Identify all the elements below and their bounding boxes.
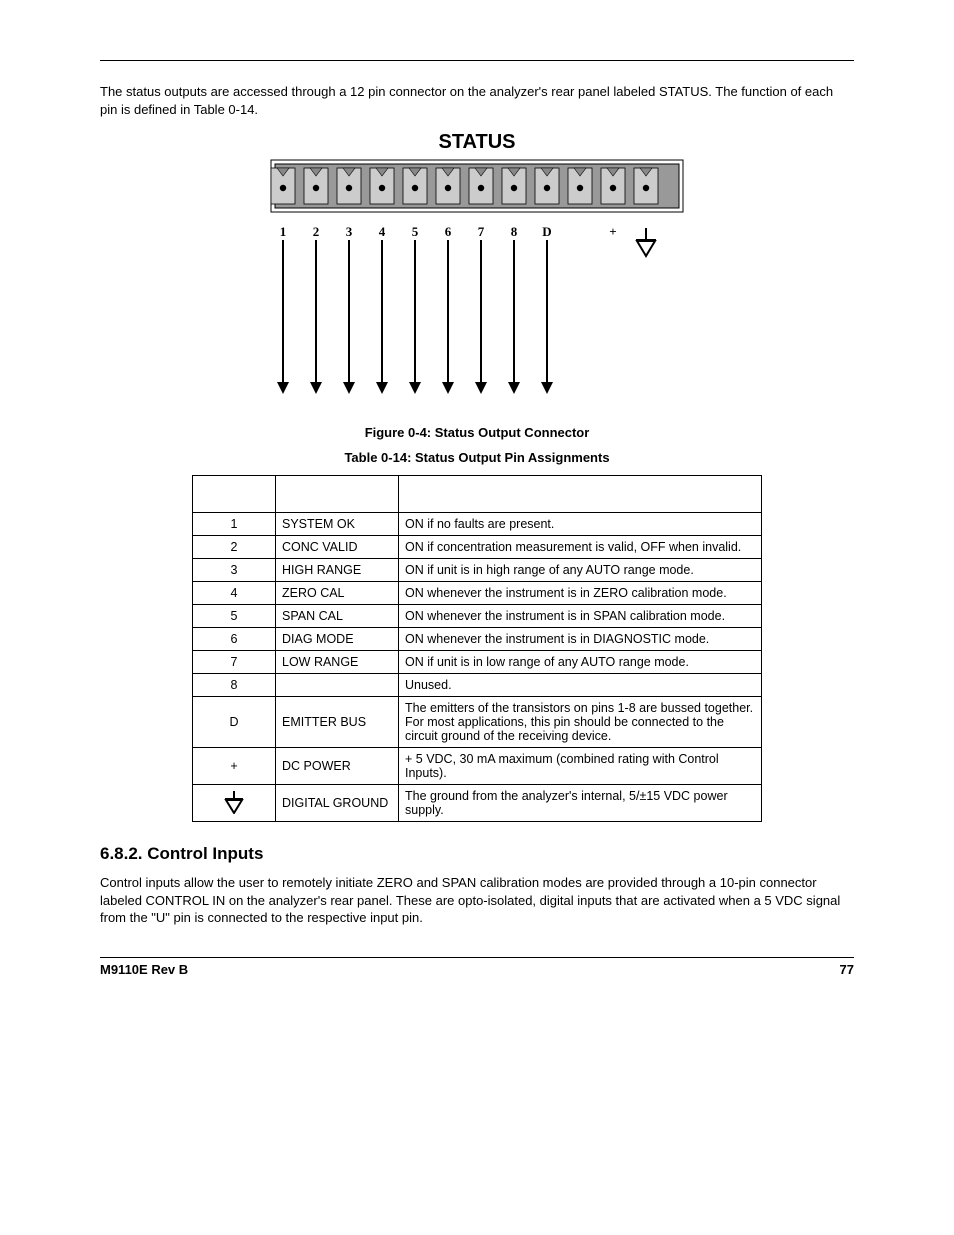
table-row: 8 Unused. (193, 674, 762, 697)
pin-cell: 4 (193, 582, 276, 605)
intro-paragraph: The status outputs are accessed through … (100, 83, 854, 118)
figure-caption: Figure 0-4: Status Output Connector (100, 425, 854, 440)
condition-cell: Unused. (399, 674, 762, 697)
pin-cell: + (193, 748, 276, 785)
page-footer: M9110E Rev B 77 (100, 957, 854, 977)
condition-cell: The ground from the analyzer's internal,… (399, 785, 762, 822)
condition-cell: ON whenever the instrument is in DIAGNOS… (399, 628, 762, 651)
footer-page-number: 77 (840, 962, 854, 977)
name-cell: DIAG MODE (276, 628, 399, 651)
table-row: DEMITTER BUSThe emitters of the transist… (193, 697, 762, 748)
name-cell: HIGH RANGE (276, 559, 399, 582)
pin-cell: 5 (193, 605, 276, 628)
name-cell: SYSTEM OK (276, 513, 399, 536)
condition-cell: The emitters of the transistors on pins … (399, 697, 762, 748)
section-heading: 6.8.2. Control Inputs (100, 844, 854, 864)
pin-cell: 8 (193, 674, 276, 697)
pin-cell: 6 (193, 628, 276, 651)
svg-text:1: 1 (280, 224, 287, 239)
table-row: +DC POWER+ 5 VDC, 30 mA maximum (combine… (193, 748, 762, 785)
name-cell: ZERO CAL (276, 582, 399, 605)
table-row: DIGITAL GROUNDThe ground from the analyz… (193, 785, 762, 822)
table-row: 6DIAG MODEON whenever the instrument is … (193, 628, 762, 651)
table-header-condition (399, 476, 762, 513)
svg-text:3: 3 (346, 224, 353, 239)
condition-cell: ON if no faults are present. (399, 513, 762, 536)
svg-text:4: 4 (379, 224, 386, 239)
condition-cell: ON whenever the instrument is in SPAN ca… (399, 605, 762, 628)
diagram-title: STATUS (438, 132, 515, 153)
table-caption: Table 0-14: Status Output Pin Assignment… (100, 450, 854, 465)
name-cell: DC POWER (276, 748, 399, 785)
svg-text:6: 6 (445, 224, 452, 239)
section-body: Control inputs allow the user to remotel… (100, 874, 854, 927)
status-connector-diagram: STATUS 1 2 3 4 5 6 7 8 D + (100, 132, 854, 415)
ground-icon (193, 785, 276, 822)
pin-cell: 3 (193, 559, 276, 582)
pin-cell: 7 (193, 651, 276, 674)
pin-assignments-table: 1SYSTEM OKON if no faults are present.2C… (192, 475, 762, 822)
condition-cell: ON if unit is in high range of any AUTO … (399, 559, 762, 582)
table-header-pin (193, 476, 276, 513)
name-cell (276, 674, 399, 697)
footer-doc-id: M9110E Rev B (100, 962, 188, 977)
svg-text:8: 8 (511, 224, 518, 239)
table-header-name (276, 476, 399, 513)
table-row: 7LOW RANGEON if unit is in low range of … (193, 651, 762, 674)
condition-cell: ON whenever the instrument is in ZERO ca… (399, 582, 762, 605)
table-row: 4ZERO CALON whenever the instrument is i… (193, 582, 762, 605)
svg-text:2: 2 (313, 224, 320, 239)
svg-text:D: D (542, 224, 551, 239)
name-cell: SPAN CAL (276, 605, 399, 628)
table-row: 3HIGH RANGEON if unit is in high range o… (193, 559, 762, 582)
name-cell: LOW RANGE (276, 651, 399, 674)
name-cell: EMITTER BUS (276, 697, 399, 748)
pin-cell: 2 (193, 536, 276, 559)
condition-cell: ON if concentration measurement is valid… (399, 536, 762, 559)
svg-text:+: + (609, 224, 616, 239)
pin-cell: 1 (193, 513, 276, 536)
table-row: 5SPAN CALON whenever the instrument is i… (193, 605, 762, 628)
svg-text:5: 5 (412, 224, 419, 239)
pin-cell: D (193, 697, 276, 748)
svg-text:7: 7 (478, 224, 485, 239)
condition-cell: + 5 VDC, 30 mA maximum (combined rating … (399, 748, 762, 785)
condition-cell: ON if unit is in low range of any AUTO r… (399, 651, 762, 674)
table-row: 2CONC VALIDON if concentration measureme… (193, 536, 762, 559)
name-cell: DIGITAL GROUND (276, 785, 399, 822)
table-row: 1SYSTEM OKON if no faults are present. (193, 513, 762, 536)
name-cell: CONC VALID (276, 536, 399, 559)
